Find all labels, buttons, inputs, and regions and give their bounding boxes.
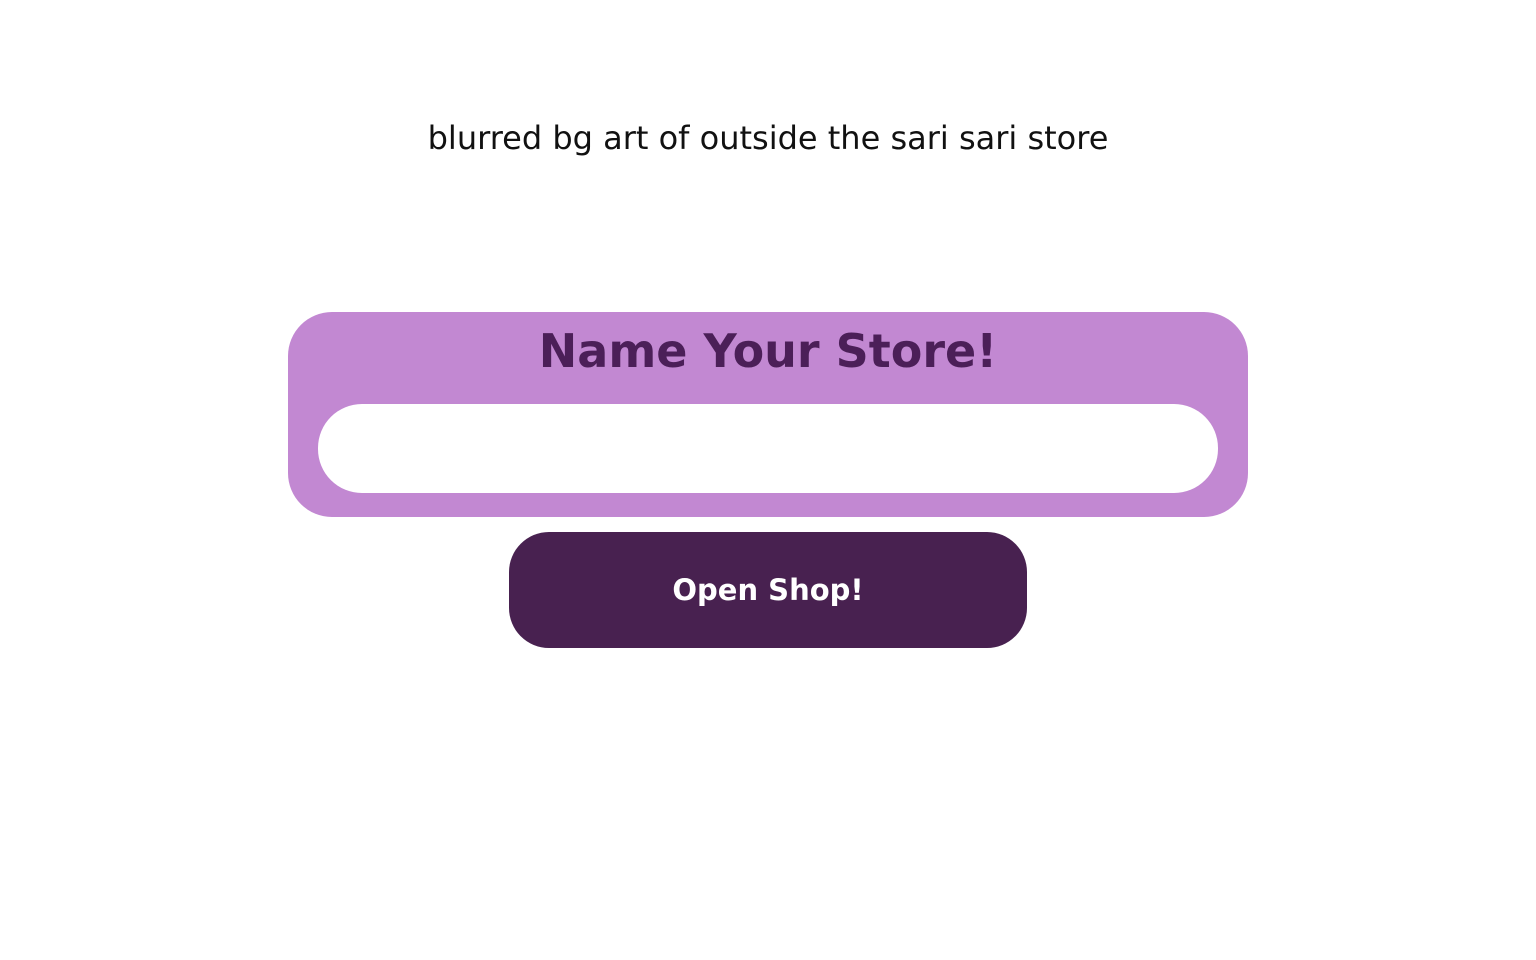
- store-name-input[interactable]: [318, 404, 1218, 493]
- background-art-label: blurred bg art of outside the sari sari …: [427, 119, 1109, 157]
- panel-title: Name Your Store!: [538, 324, 998, 378]
- open-shop-button[interactable]: Open Shop!: [509, 532, 1027, 648]
